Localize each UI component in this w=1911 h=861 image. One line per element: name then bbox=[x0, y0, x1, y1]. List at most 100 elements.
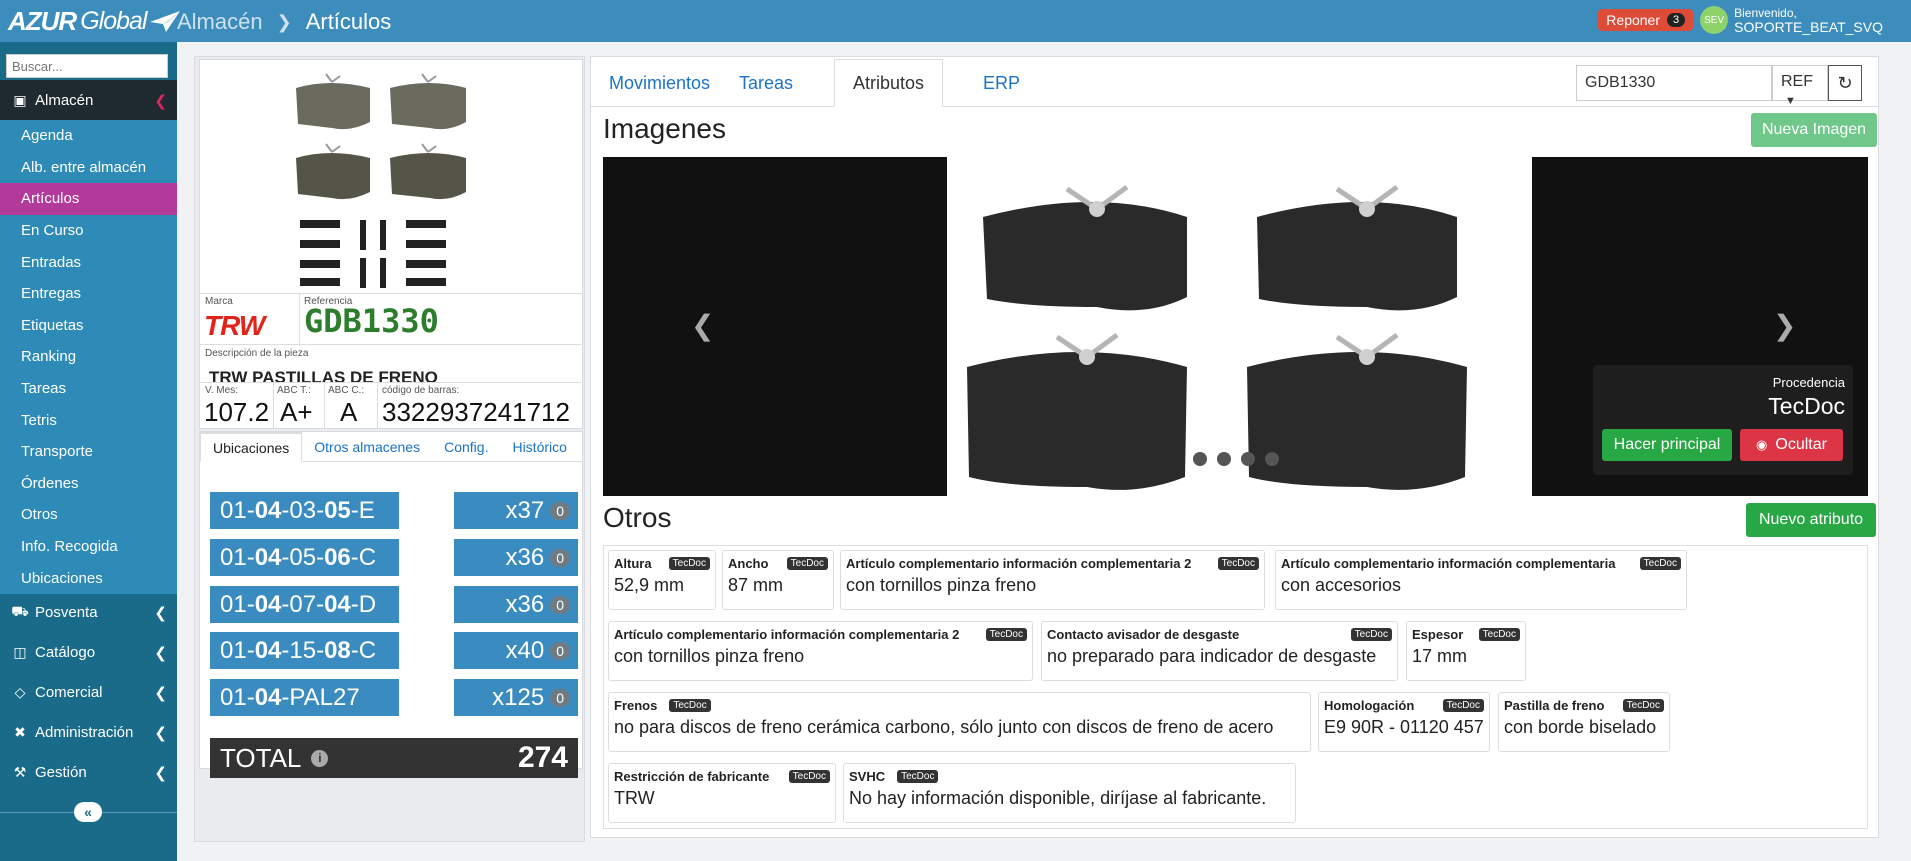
tab-ubicaciones[interactable]: Ubicaciones bbox=[200, 432, 303, 462]
carousel-indicators bbox=[1193, 452, 1289, 466]
sidebar-item-ranking[interactable]: Ranking bbox=[0, 341, 177, 373]
location-qty-button[interactable]: x36 0 bbox=[454, 586, 578, 623]
sidebar-item-tetris[interactable]: Tetris bbox=[0, 404, 177, 436]
new-attribute-button[interactable]: Nuevo atributo bbox=[1746, 503, 1876, 537]
hide-button[interactable]: ◉ Ocultar bbox=[1740, 429, 1843, 461]
carousel-indicator[interactable] bbox=[1265, 452, 1279, 466]
almacen-submenu: Agenda Alb. entre almacén Artículos En C… bbox=[0, 120, 177, 594]
sidebar-section-comercial[interactable]: ◇ Comercial ❮ bbox=[0, 672, 177, 712]
attribute-value: E9 90R - 01120 457 bbox=[1324, 717, 1484, 737]
location-button[interactable]: 01- 04 -05- 06 -C bbox=[210, 539, 399, 576]
sidebar-item-otros[interactable]: Otros bbox=[0, 499, 177, 531]
tab-otros-almacenes[interactable]: Otros almacenes bbox=[302, 432, 432, 462]
info-icon[interactable]: i bbox=[311, 749, 329, 767]
carousel-indicator[interactable] bbox=[1241, 452, 1255, 466]
tab-config[interactable]: Config. bbox=[432, 432, 500, 462]
app-logo[interactable]: AZUR Global bbox=[8, 6, 182, 36]
sidebar-section-almacen[interactable]: ▣ Almacén ❮ bbox=[0, 80, 177, 120]
tab-historico[interactable]: Histórico bbox=[500, 432, 578, 462]
carousel-indicator[interactable] bbox=[1217, 452, 1231, 466]
location-qty-button[interactable]: x37 0 bbox=[454, 492, 578, 529]
divider bbox=[299, 294, 300, 346]
attribute-name: Altura bbox=[614, 556, 652, 571]
attribute-value: 52,9 mm bbox=[614, 575, 685, 595]
reponer-label: Reponer bbox=[1606, 12, 1660, 28]
reserved-badge: 0 bbox=[550, 501, 570, 520]
product-thumbnail[interactable] bbox=[290, 70, 490, 295]
sidebar-section-administracion[interactable]: ✖ Administración ❮ bbox=[0, 712, 177, 752]
breadcrumb-almacen[interactable]: Almacén bbox=[177, 9, 263, 35]
procedencia-value: TecDoc bbox=[1768, 393, 1845, 419]
attribute-name: Homologación bbox=[1324, 698, 1415, 713]
sidebar-item-articulos[interactable]: Artículos bbox=[0, 183, 177, 215]
sidebar-item-entregas[interactable]: Entregas bbox=[0, 278, 177, 310]
chevron-right-icon: ❯ bbox=[276, 11, 292, 32]
attribute-name: Espesor bbox=[1412, 627, 1464, 642]
sidebar-section-catalogo[interactable]: ◫ Catálogo ❮ bbox=[0, 632, 177, 672]
attribute-card: Pastilla de freno TecDoc con borde bisela… bbox=[1498, 692, 1670, 752]
tab-erp[interactable]: ERP bbox=[965, 59, 1038, 107]
location-button[interactable]: 01- 04 -03- 05 -E bbox=[210, 492, 399, 529]
location-button[interactable]: 01- 04 -PAL27 bbox=[210, 679, 399, 716]
sidebar-section-gestion[interactable]: ⚒ Gestión ❮ bbox=[0, 752, 177, 792]
sidebar-item-ubicaciones[interactable]: Ubicaciones bbox=[0, 562, 177, 594]
sidebar-item-transporte[interactable]: Transporte bbox=[0, 436, 177, 468]
collapse-sidebar-button[interactable]: « bbox=[74, 802, 102, 822]
attribute-card: Frenos TecDoc no para discos de freno cer… bbox=[608, 692, 1311, 752]
reference-type-select[interactable]: REF ▼ bbox=[1772, 65, 1828, 107]
tab-atributos[interactable]: Atributos bbox=[834, 59, 944, 107]
vmes-label: V. Mes: bbox=[205, 385, 238, 396]
sidebar-item-tareas[interactable]: Tareas bbox=[0, 373, 177, 405]
sidebar-section-posventa[interactable]: ⛟ Posventa ❮ bbox=[0, 592, 177, 632]
location-part: -05- bbox=[281, 543, 325, 571]
carousel-prev-button[interactable]: ❮ bbox=[691, 309, 714, 342]
warehouse-icon: ▣ bbox=[13, 91, 27, 108]
procedencia-label: Procedencia bbox=[1772, 375, 1845, 390]
hammer-icon: ⚒ bbox=[13, 763, 27, 780]
user-menu[interactable]: Bienvenido, SOPORTE_BEAT_SVQ bbox=[1734, 6, 1883, 34]
tecdoc-badge: TecDoc bbox=[1478, 628, 1520, 641]
location-qty-button[interactable]: x125 0 bbox=[454, 679, 578, 716]
location-qty-button[interactable]: x40 0 bbox=[454, 632, 578, 669]
carousel-indicator[interactable] bbox=[1193, 452, 1207, 466]
attribute-value: 17 mm bbox=[1412, 646, 1468, 666]
location-qty-button[interactable]: x36 0 bbox=[454, 539, 578, 576]
refresh-button[interactable]: ↻ bbox=[1828, 65, 1862, 101]
location-button[interactable]: 01- 04 -07- 04 -D bbox=[210, 586, 399, 623]
diamond-icon: ◇ bbox=[14, 683, 26, 700]
brand-label: Marca bbox=[205, 296, 233, 307]
sidebar-search-input[interactable] bbox=[6, 54, 168, 78]
location-part: 01- bbox=[220, 496, 255, 524]
make-main-button[interactable]: Hacer principal bbox=[1602, 429, 1732, 461]
carousel-next-button[interactable]: ❯ bbox=[1773, 309, 1796, 342]
sidebar-item-info-recogida[interactable]: Info. Recogida bbox=[0, 531, 177, 563]
sidebar-item-en-curso[interactable]: En Curso bbox=[0, 215, 177, 247]
sidebar-item-entradas[interactable]: Entradas bbox=[0, 246, 177, 278]
abcc-label: ABC C.: bbox=[328, 385, 365, 396]
location-button[interactable]: 01- 04 -15- 08 -C bbox=[210, 632, 399, 669]
sidebar-item-alb-entre-almacen[interactable]: Alb. entre almacén bbox=[0, 152, 177, 184]
reponer-button[interactable]: Reponer 3 bbox=[1598, 9, 1694, 31]
tab-movimientos[interactable]: Movimientos bbox=[591, 59, 728, 107]
location-part: 06 bbox=[324, 543, 351, 571]
vmes-value: 107.2 bbox=[204, 397, 270, 427]
sidebar: ▣ Almacén ❮ Agenda Alb. entre almacén Ar… bbox=[0, 42, 177, 861]
sidebar-item-etiquetas[interactable]: Etiquetas bbox=[0, 310, 177, 342]
location-part: 01- bbox=[220, 590, 255, 618]
username: SOPORTE_BEAT_SVQ bbox=[1734, 19, 1883, 35]
tab-tareas[interactable]: Tareas bbox=[721, 59, 811, 107]
sidebar-item-agenda[interactable]: Agenda bbox=[0, 120, 177, 152]
attribute-value: con tornillos pinza freno bbox=[614, 646, 805, 666]
avatar[interactable]: SEV bbox=[1700, 6, 1729, 34]
product-card: Marca TRW Referencia GDB1330 Descripción… bbox=[199, 59, 583, 429]
total-value: 274 bbox=[517, 741, 568, 774]
reference-search-input[interactable] bbox=[1576, 65, 1772, 101]
location-part: 01- bbox=[220, 683, 255, 711]
new-image-button[interactable]: Nueva Imagen bbox=[1751, 113, 1877, 147]
main-panel: Movimientos Tareas Atributos ERP REF ▼ ↻… bbox=[590, 56, 1879, 838]
tecdoc-badge: TecDoc bbox=[1350, 628, 1392, 641]
locations-tabs: Ubicaciones Otros almacenes Config. Hist… bbox=[200, 432, 582, 462]
sidebar-item-ordenes[interactable]: Órdenes bbox=[0, 468, 177, 500]
carousel-image bbox=[947, 157, 1532, 496]
reference-value: GDB1330 bbox=[304, 302, 439, 340]
